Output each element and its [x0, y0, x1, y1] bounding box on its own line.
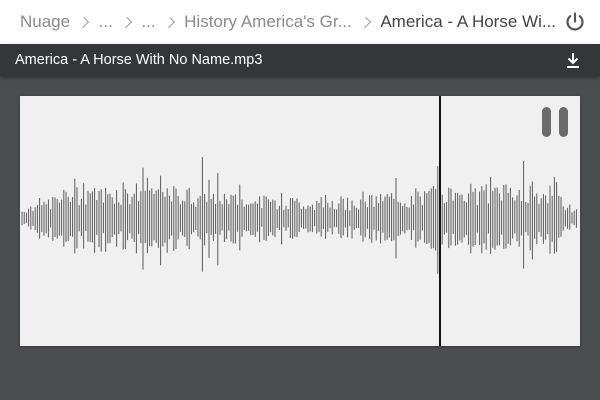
breadcrumb-item-ellipsis-2[interactable]: ... — [141, 0, 155, 44]
chevron-right-icon — [359, 16, 371, 28]
chevron-right-icon — [163, 16, 175, 28]
breadcrumb: Nuage ... ... History America's Gr... Am… — [0, 0, 600, 44]
waveform-bars — [21, 157, 577, 274]
breadcrumb-item-ellipsis-1[interactable]: ... — [99, 0, 113, 44]
breadcrumb-item-current: America - A Horse Wi... — [380, 12, 557, 31]
audio-player[interactable] — [20, 96, 580, 346]
breadcrumb-item-folder[interactable]: History America's Gr... — [184, 0, 352, 44]
power-icon[interactable] — [564, 11, 586, 33]
file-title-bar: America - A Horse With No Name.mp3 — [0, 44, 600, 76]
file-title: America - A Horse With No Name.mp3 — [15, 52, 263, 68]
chevron-right-icon — [120, 16, 132, 28]
pause-icon[interactable] — [542, 107, 568, 137]
breadcrumb-item-root[interactable]: Nuage — [20, 0, 70, 44]
pause-bar-right — [559, 107, 568, 137]
chevron-right-icon — [77, 16, 89, 28]
waveform[interactable] — [20, 96, 580, 346]
pause-bar-left — [542, 107, 551, 137]
download-icon[interactable] — [564, 51, 582, 69]
